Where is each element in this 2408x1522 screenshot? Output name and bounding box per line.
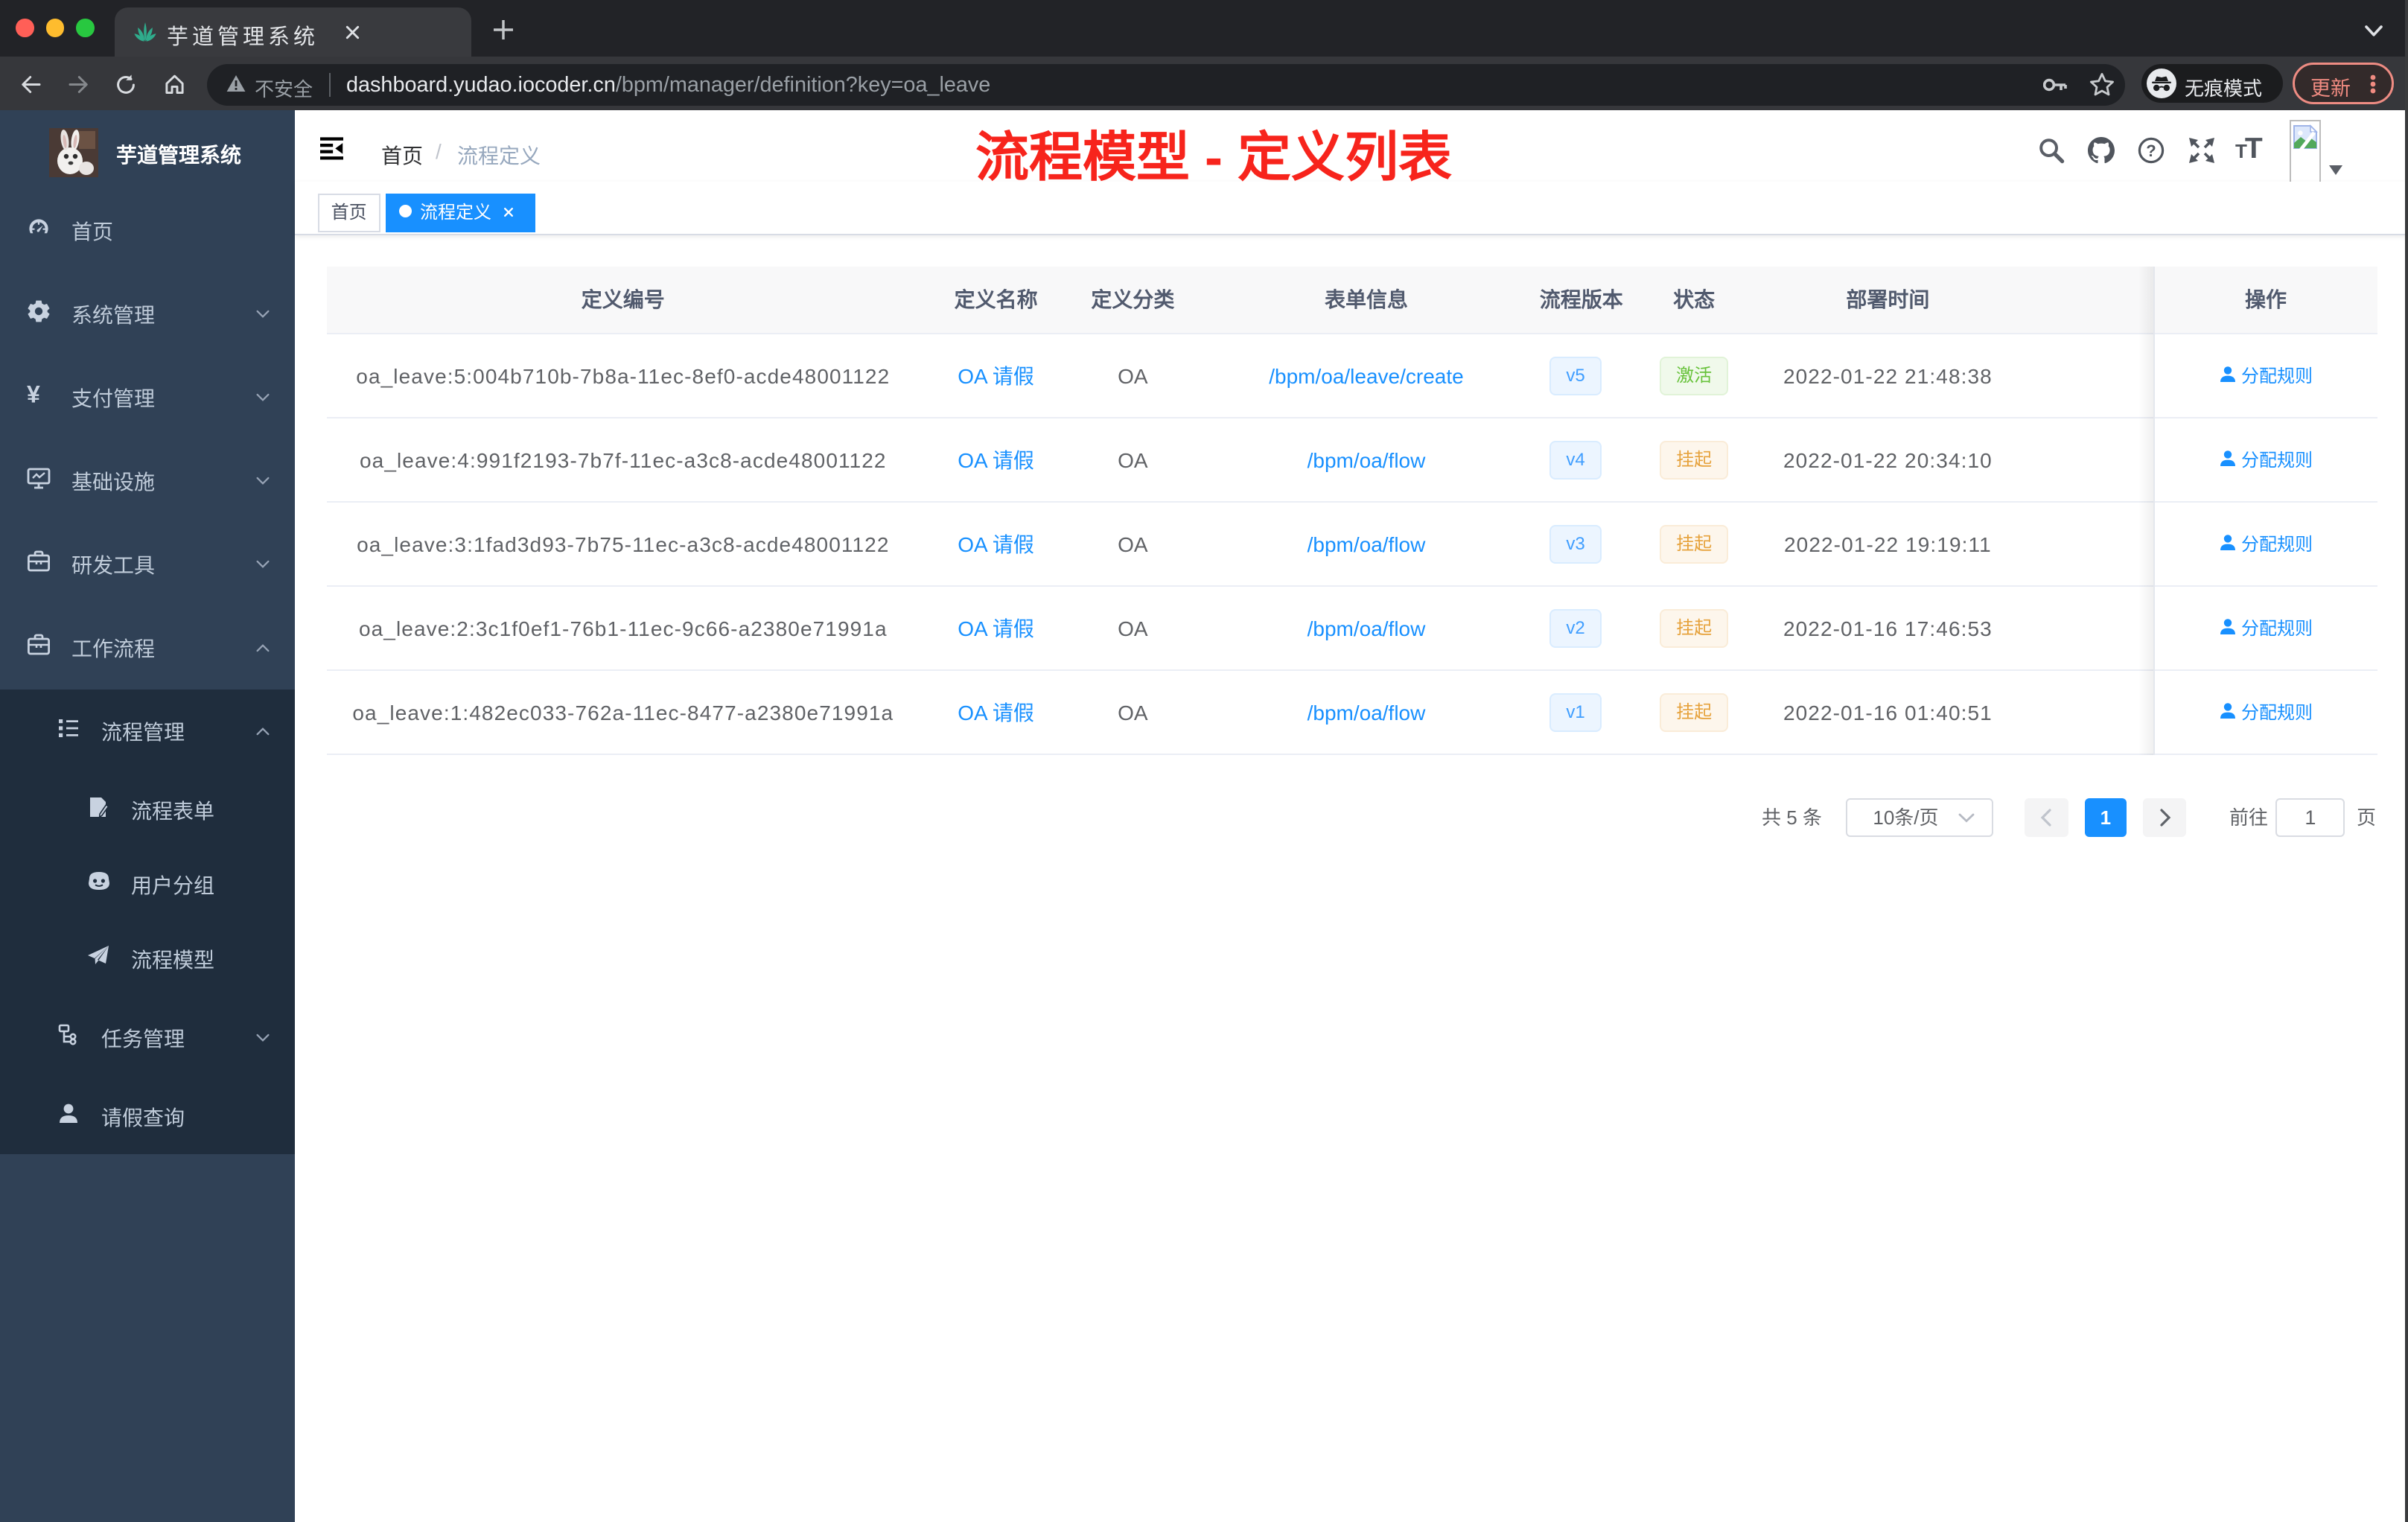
svg-text:?: ? [2146,141,2156,160]
